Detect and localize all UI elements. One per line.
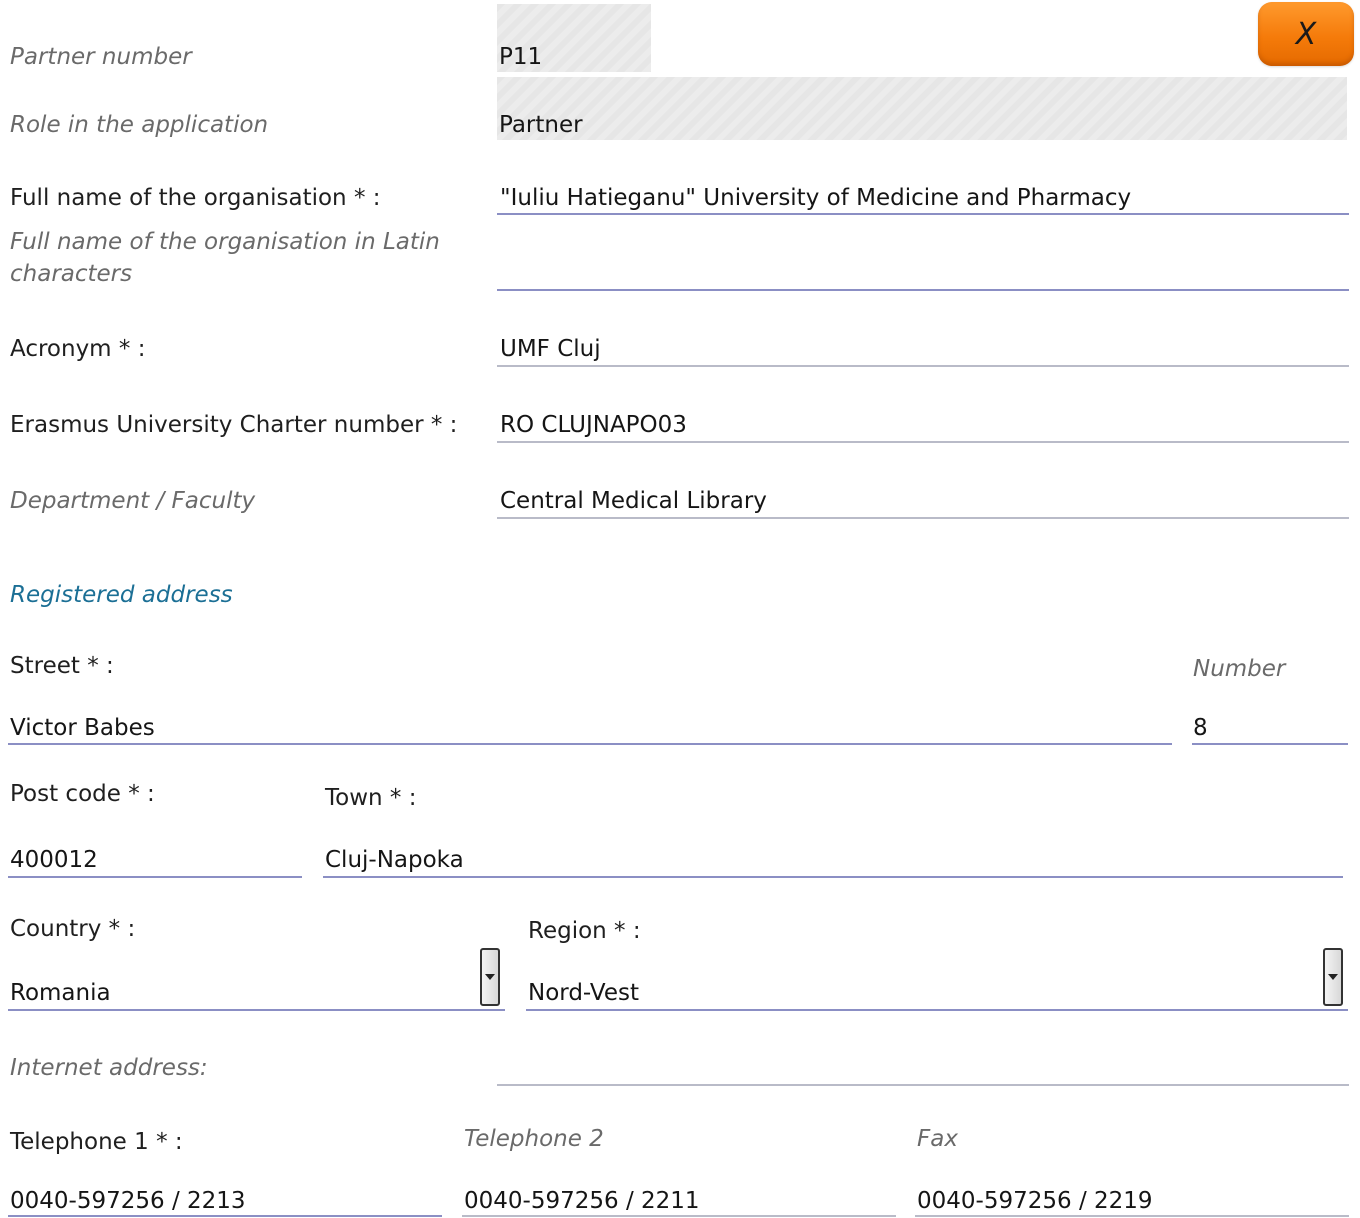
number-label: Number <box>1193 656 1286 682</box>
registered-address-title: Registered address <box>10 582 233 608</box>
telephone2-underline <box>462 1215 896 1217</box>
region-select[interactable]: Nord-Vest <box>528 979 639 1007</box>
region-underline <box>526 1009 1348 1011</box>
post-code-underline <box>8 876 302 878</box>
town-input[interactable]: Cluj-Napoka <box>325 846 464 874</box>
erasmus-charter-input[interactable]: RO CLUJNAPO03 <box>500 411 687 439</box>
internet-address-underline <box>497 1084 1349 1086</box>
department-input[interactable]: Central Medical Library <box>500 487 767 515</box>
post-code-input[interactable]: 400012 <box>10 846 98 874</box>
partner-number-label: Partner number <box>10 44 192 70</box>
full-name-label: Full name of the organisation * : <box>10 185 381 211</box>
street-underline <box>8 743 1172 745</box>
internet-address-input[interactable] <box>500 1054 1348 1084</box>
erasmus-charter-label: Erasmus University Charter number * : <box>10 412 458 438</box>
chevron-down-icon <box>485 974 495 980</box>
role-label: Role in the application <box>10 112 269 138</box>
telephone1-label: Telephone 1 * : <box>10 1129 183 1155</box>
country-dropdown-button[interactable] <box>480 948 500 1006</box>
acronym-label: Acronym * : <box>10 336 146 362</box>
full-name-underline <box>497 213 1349 215</box>
town-underline <box>323 876 1343 878</box>
department-underline <box>497 517 1349 519</box>
acronym-input[interactable]: UMF Cluj <box>500 335 601 363</box>
street-label: Street * : <box>10 653 114 679</box>
acronym-underline <box>497 365 1349 367</box>
partner-number-value: P11 <box>499 44 543 70</box>
region-dropdown-button[interactable] <box>1323 948 1343 1006</box>
role-value: Partner <box>499 112 583 138</box>
telephone2-label: Telephone 2 <box>464 1126 604 1152</box>
chevron-down-icon <box>1328 974 1338 980</box>
number-underline <box>1192 743 1348 745</box>
post-code-label: Post code * : <box>10 781 155 807</box>
telephone2-input[interactable]: 0040-597256 / 2211 <box>464 1187 700 1215</box>
erasmus-charter-underline <box>497 441 1349 443</box>
number-input[interactable]: 8 <box>1193 714 1208 742</box>
full-name-latin-label-line1: Full name of the organisation in Latin <box>10 229 440 255</box>
fax-input[interactable]: 0040-597256 / 2219 <box>917 1187 1153 1215</box>
telephone1-underline <box>8 1215 442 1217</box>
country-label: Country * : <box>10 916 136 942</box>
internet-address-label: Internet address: <box>10 1055 208 1081</box>
role-field <box>497 77 1347 140</box>
fax-label: Fax <box>917 1126 958 1152</box>
telephone1-input[interactable]: 0040-597256 / 2213 <box>10 1187 246 1215</box>
full-name-input[interactable]: "Iuliu Hatieganu" University of Medicine… <box>500 184 1131 212</box>
full-name-latin-input[interactable] <box>500 258 1348 288</box>
close-icon: X <box>1295 16 1317 52</box>
street-input[interactable]: Victor Babes <box>10 714 155 742</box>
department-label: Department / Faculty <box>10 488 256 514</box>
full-name-latin-underline <box>497 289 1349 291</box>
country-underline <box>8 1009 505 1011</box>
close-button[interactable]: X <box>1258 2 1354 66</box>
fax-underline <box>915 1215 1349 1217</box>
region-label: Region * : <box>528 918 641 944</box>
town-label: Town * : <box>325 785 417 811</box>
country-select[interactable]: Romania <box>10 979 111 1007</box>
full-name-latin-label-line2: characters <box>10 261 133 287</box>
